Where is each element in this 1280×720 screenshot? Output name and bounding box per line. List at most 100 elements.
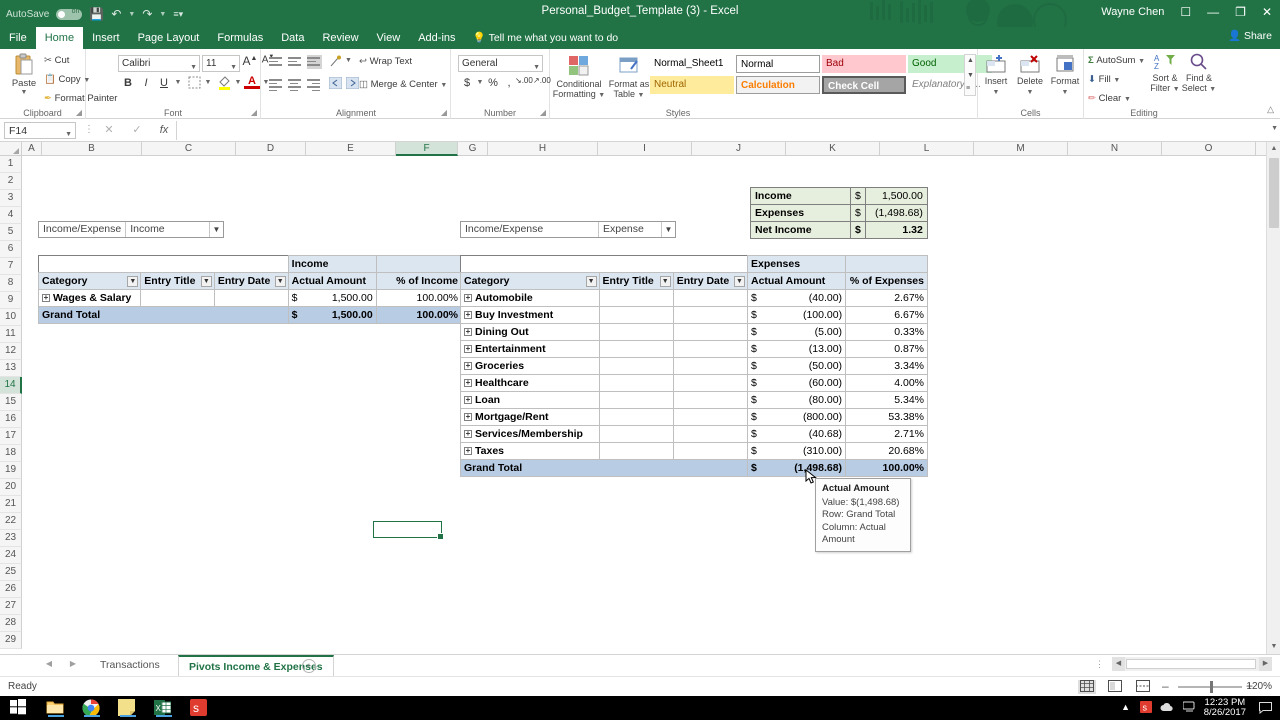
expense-grand-total-row[interactable]: Grand Total $ (1,498.68) 100.00% [460, 459, 928, 477]
align-middle-icon[interactable] [288, 55, 303, 69]
copy-button[interactable]: 📋 Copy ▼ [44, 74, 90, 85]
clipboard-dialog-launcher[interactable]: ◢ [76, 108, 82, 117]
excel-icon[interactable]: X [154, 699, 172, 717]
fill-dropdown-icon[interactable]: ▼ [1113, 77, 1120, 84]
income-filter-box[interactable]: Income/Expense Income ▼ [38, 221, 224, 238]
table-row[interactable]: + Dining Out $ (5.00) 0.33% [460, 323, 928, 341]
filter-applied-icon[interactable]: ▼ [127, 276, 139, 287]
delete-cells-button[interactable]: Delete ▼ [1014, 54, 1046, 98]
collapse-ribbon-icon[interactable]: △ [1267, 104, 1274, 115]
clear-dropdown-icon[interactable]: ▼ [1124, 96, 1131, 103]
expense-row-category[interactable]: + Automobile [460, 289, 600, 307]
table-row[interactable]: + Automobile $ (40.00) 2.67% [460, 289, 928, 307]
horizontal-scrollbar[interactable]: ◀ ▶ [1112, 657, 1272, 671]
cell-styles-scroll[interactable]: ▲ ▼ ≡ [964, 54, 976, 96]
decrease-indent-icon[interactable] [328, 76, 344, 91]
cell-style-normal-sheet1[interactable]: Normal_Sheet1 [650, 55, 734, 73]
column-header-n[interactable]: N [1068, 142, 1162, 156]
user-name[interactable]: Wayne Chen [1101, 6, 1164, 18]
expense-header-category[interactable]: Category ▼ [460, 272, 600, 290]
paste-dropdown-icon[interactable]: ▼ [6, 89, 42, 96]
styles-scroll-down-icon[interactable]: ▼ [967, 72, 974, 79]
cut-button[interactable]: ✂ Cut [44, 55, 69, 66]
table-row[interactable]: + Groceries $ (50.00) 3.34% [460, 357, 928, 375]
expense-row-category[interactable]: + Buy Investment [460, 306, 600, 324]
percent-format-button[interactable]: % [485, 77, 501, 89]
align-center-icon[interactable] [288, 77, 303, 91]
filter-applied-icon[interactable]: ▼ [585, 276, 597, 287]
chevron-down-icon[interactable]: ▼ [190, 60, 197, 76]
row-header-14[interactable]: 14 [0, 377, 22, 394]
expand-icon[interactable]: + [464, 328, 472, 337]
taskbar-clock[interactable]: 12:23 PM 8/26/2017 [1204, 698, 1246, 718]
expense-row-category[interactable]: + Entertainment [460, 340, 600, 358]
insert-dropdown-icon[interactable]: ▼ [993, 89, 1000, 96]
decrease-decimal-icon[interactable]: ↗.00 [533, 76, 551, 85]
row-header-19[interactable]: 19 [0, 462, 22, 479]
window-controls[interactable]: Wayne Chen ☐ — ❐ ✕ [1101, 3, 1272, 21]
sort-filter-button[interactable]: AZ Sort & Filter ▼ [1148, 53, 1182, 95]
page-break-view-icon[interactable] [1134, 680, 1152, 694]
expand-icon[interactable]: + [464, 345, 472, 354]
column-header-g[interactable]: G [458, 142, 488, 156]
column-header-m[interactable]: M [974, 142, 1068, 156]
table-row[interactable]: + Services/Membership $ (40.68) 2.71% [460, 425, 928, 443]
expand-icon[interactable]: + [464, 413, 472, 422]
expense-row-category[interactable]: + Loan [460, 391, 600, 409]
tab-insert[interactable]: Insert [83, 27, 129, 49]
tab-page-layout[interactable]: Page Layout [129, 27, 209, 49]
fat-dropdown-icon[interactable]: ▼ [638, 92, 645, 99]
income-pivot-table[interactable]: Income Category ▼ Entry Title ▼ Entry Date… [37, 255, 463, 324]
row-header-28[interactable]: 28 [0, 615, 22, 632]
income-header-entry-title[interactable]: Entry Title ▼ [140, 272, 215, 290]
row-header-20[interactable]: 20 [0, 479, 22, 496]
align-bottom-icon[interactable] [307, 55, 322, 69]
select-all-corner[interactable] [0, 142, 22, 156]
expand-icon[interactable]: + [464, 362, 472, 371]
sheet-tab-transactions[interactable]: Transactions [90, 655, 170, 677]
filter-applied-icon[interactable]: ▼ [209, 222, 223, 237]
expense-header-actual-amount[interactable]: Actual Amount [746, 272, 847, 290]
table-row[interactable]: + Taxes $ (310.00) 20.68% [460, 442, 928, 460]
row-header-24[interactable]: 24 [0, 547, 22, 564]
column-header-b[interactable]: B [42, 142, 142, 156]
expense-row-category[interactable]: + Services/Membership [460, 425, 600, 443]
paste-button[interactable]: Paste ▼ [6, 53, 42, 96]
page-layout-view-icon[interactable] [1106, 680, 1124, 694]
column-header-f[interactable]: F [396, 142, 458, 156]
row-header-1[interactable]: 1 [0, 156, 22, 173]
row-header-12[interactable]: 12 [0, 343, 22, 360]
borders-dropdown-icon[interactable]: ▼ [200, 79, 216, 86]
ribbon-display-options-icon[interactable]: ☐ [1180, 3, 1191, 21]
expense-header-percent[interactable]: % of Expenses [845, 272, 928, 290]
column-header-j[interactable]: J [692, 142, 786, 156]
column-header-e[interactable]: E [306, 142, 396, 156]
add-sheet-button[interactable]: + [302, 659, 316, 673]
expand-icon[interactable]: + [42, 294, 50, 303]
formula-input[interactable] [176, 121, 1264, 140]
conditional-formatting-button[interactable]: Conditional Formatting ▼ [552, 55, 606, 101]
column-header-l[interactable]: L [880, 142, 974, 156]
column-header-c[interactable]: C [142, 142, 236, 156]
chevron-down-icon[interactable]: ▼ [65, 127, 72, 143]
selected-cell-f14[interactable] [373, 521, 444, 540]
row-header-5[interactable]: 5 [0, 224, 22, 241]
bold-button[interactable]: B [120, 77, 136, 89]
tab-review[interactable]: Review [313, 27, 367, 49]
scroll-right-icon[interactable]: ▶ [1259, 657, 1272, 671]
format-as-table-button[interactable]: Format as Table ▼ [608, 55, 650, 101]
merge-center-button[interactable]: ◫ Merge & Center ▼ [359, 79, 447, 90]
expense-row-category[interactable]: + Healthcare [460, 374, 600, 392]
cf-dropdown-icon[interactable]: ▼ [598, 92, 605, 99]
row-header-23[interactable]: 23 [0, 530, 22, 547]
filter-applied-icon[interactable]: ▼ [661, 222, 675, 237]
row-header-21[interactable]: 21 [0, 496, 22, 513]
vertical-scroll-thumb[interactable] [1269, 158, 1279, 228]
column-header-d[interactable]: D [236, 142, 306, 156]
find-select-button[interactable]: Find & Select ▼ [1180, 53, 1218, 95]
table-row[interactable]: + Buy Investment $ (100.00) 6.67% [460, 306, 928, 324]
column-header-i[interactable]: I [598, 142, 692, 156]
sticky-notes-icon[interactable] [118, 699, 136, 717]
tab-file[interactable]: File [0, 27, 36, 49]
scroll-left-icon[interactable]: ◀ [1112, 657, 1125, 671]
